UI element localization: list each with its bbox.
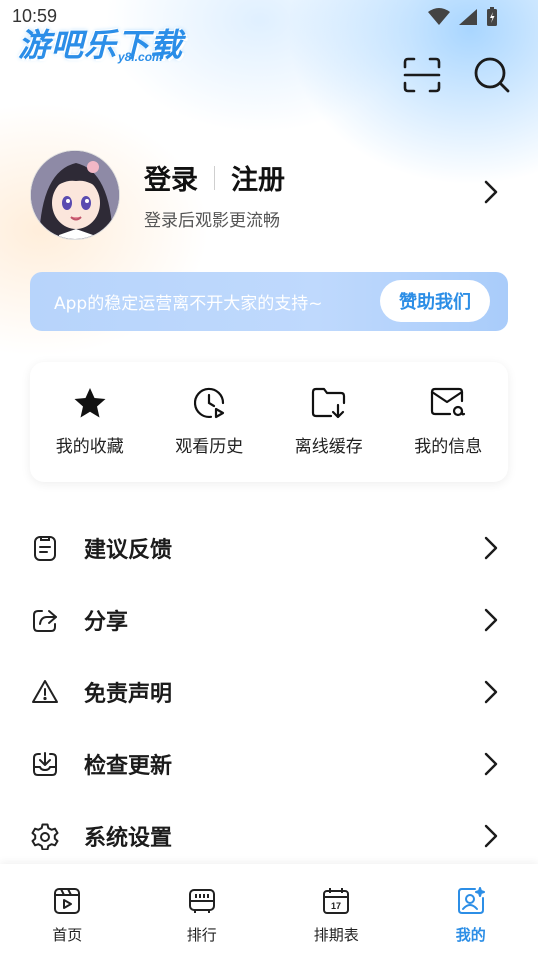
menu-disclaimer[interactable]: 免责声明 [0, 656, 538, 728]
tab-label: 排行 [186, 926, 217, 944]
menu-label: 建议反馈 [84, 538, 173, 563]
scan-icon [403, 57, 441, 93]
signal-icon [459, 9, 477, 25]
tab-home[interactable]: 首页 [0, 864, 135, 956]
search-icon [474, 57, 510, 93]
settings-menu: 建议反馈 分享 免责声明 检查更新 系统设置 [0, 512, 538, 872]
menu-label: 系统设置 [84, 826, 173, 851]
search-button[interactable] [472, 55, 512, 95]
quick-actions: 我的收藏 观看历史 离线缓存 我的信息 [30, 362, 508, 482]
menu-label: 检查更新 [84, 754, 173, 779]
login-link[interactable]: 登录 [144, 158, 198, 197]
wifi-icon [428, 8, 450, 25]
download-folder-icon [311, 387, 345, 419]
sponsor-text: App的稳定运营离不开大家的支持~ [54, 294, 323, 314]
quick-offline-cache[interactable]: 离线缓存 [276, 384, 381, 457]
ranking-icon [188, 889, 215, 913]
svg-text:17: 17 [331, 901, 341, 911]
menu-label: 分享 [84, 610, 129, 635]
quick-label: 离线缓存 [294, 437, 363, 457]
profile-icon [457, 887, 485, 914]
register-link[interactable]: 注册 [231, 158, 285, 197]
update-download-icon [33, 752, 57, 776]
history-clock-icon [194, 387, 225, 419]
quick-history[interactable]: 观看历史 [157, 384, 262, 457]
chevron-right-icon [484, 608, 498, 632]
sponsor-banner: App的稳定运营离不开大家的支持~ 赞助我们 [30, 272, 508, 331]
battery-icon [487, 7, 497, 26]
chevron-right-icon [484, 752, 498, 776]
menu-settings[interactable]: 系统设置 [0, 800, 538, 872]
gear-icon [31, 823, 59, 850]
login-register-row: 登录 注册 [144, 158, 285, 197]
avatar-illustration [31, 151, 119, 239]
bottom-tab-bar: 首页 排行 17 排期表 我的 [0, 864, 538, 956]
tab-schedule[interactable]: 17 排期表 [269, 864, 404, 956]
quick-favorites[interactable]: 我的收藏 [37, 384, 142, 457]
app-logo: 游吧乐下载 y8l.com [18, 20, 183, 66]
tab-label: 排期表 [313, 926, 359, 944]
calendar-icon: 17 [323, 888, 350, 914]
play-card-icon [54, 888, 81, 914]
status-icons [428, 7, 498, 27]
quick-my-info[interactable]: 我的信息 [396, 384, 501, 457]
clipboard-icon [34, 536, 56, 561]
warning-icon [32, 680, 58, 703]
chevron-right-icon [484, 824, 498, 848]
sponsor-button[interactable]: 赞助我们 [380, 280, 490, 322]
menu-check-update[interactable]: 检查更新 [0, 728, 538, 800]
chevron-right-icon [484, 536, 498, 560]
login-subtitle: 登录后观影更流畅 [144, 211, 280, 231]
tab-mine[interactable]: 我的 [404, 864, 538, 956]
menu-share[interactable]: 分享 [0, 584, 538, 656]
scan-button[interactable] [402, 55, 442, 95]
divider [214, 165, 215, 190]
quick-label: 我的收藏 [55, 437, 124, 457]
header-actions [402, 55, 512, 95]
tab-label: 首页 [52, 926, 83, 944]
menu-feedback[interactable]: 建议反馈 [0, 512, 538, 584]
quick-label: 观看历史 [175, 437, 244, 457]
quick-label: 我的信息 [414, 437, 483, 457]
share-icon [33, 610, 57, 632]
tab-label: 我的 [455, 926, 486, 944]
menu-label: 免责声明 [84, 682, 173, 707]
chevron-right-icon[interactable] [484, 180, 498, 208]
star-icon [74, 388, 106, 418]
profile-card[interactable]: 登录 注册 登录后观影更流畅 [30, 150, 508, 240]
chevron-right-icon [484, 680, 498, 704]
logo-domain: y8l.com [118, 50, 163, 64]
avatar[interactable] [30, 150, 120, 240]
mail-at-icon [431, 387, 466, 417]
tab-ranking[interactable]: 排行 [135, 864, 270, 956]
